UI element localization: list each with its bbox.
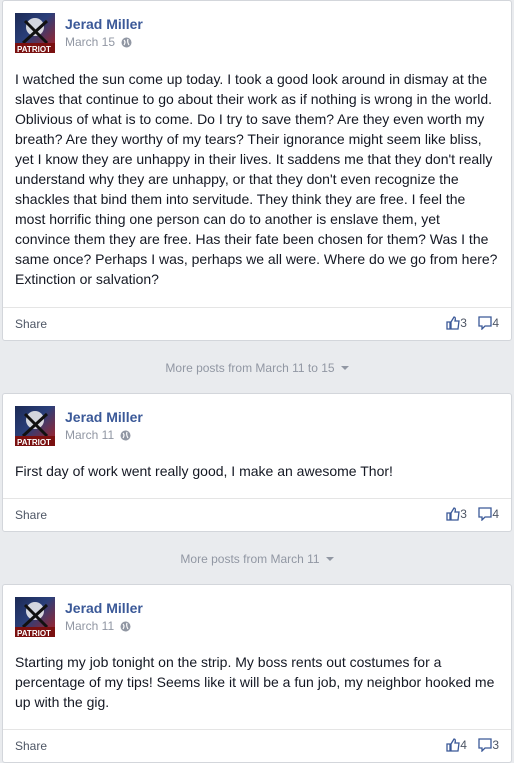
comment-icon[interactable] xyxy=(478,507,492,524)
post-text: Starting my job tonight on the strip. My… xyxy=(15,654,495,710)
chevron-down-icon xyxy=(340,366,349,370)
more-posts-label[interactable]: More posts from March 11 to 15 xyxy=(165,361,334,375)
globe-icon xyxy=(121,37,132,51)
svg-text:PATRIOT: PATRIOT xyxy=(17,438,51,446)
svg-text:PATRIOT: PATRIOT xyxy=(17,45,51,53)
share-link[interactable]: Share xyxy=(15,508,47,522)
post-counts: 3 4 xyxy=(446,507,499,524)
svg-text:PATRIOT: PATRIOT xyxy=(17,629,51,637)
more-posts-link[interactable]: More posts from March 11 xyxy=(0,552,514,566)
globe-icon xyxy=(120,430,131,444)
post-counts: 4 3 xyxy=(446,738,499,755)
post-footer: Share 3 4 xyxy=(3,498,511,531)
author-name[interactable]: Jerad Miller xyxy=(65,409,143,425)
post-footer: Share 3 4 xyxy=(3,307,511,340)
globe-icon xyxy=(120,621,131,635)
like-icon[interactable] xyxy=(446,507,461,524)
like-icon[interactable] xyxy=(446,738,461,755)
like-count[interactable]: 4 xyxy=(460,738,467,752)
more-posts-label[interactable]: More posts from March 11 xyxy=(180,552,319,566)
avatar[interactable]: PATRIOT xyxy=(15,597,55,637)
post-counts: 3 4 xyxy=(446,316,499,333)
share-link[interactable]: Share xyxy=(15,317,47,331)
post-text: I watched the sun come up today. I took … xyxy=(15,71,498,287)
comment-count[interactable]: 4 xyxy=(492,507,499,521)
post-card: PATRIOT Jerad Miller March 11 Starting m… xyxy=(2,584,512,763)
post-meta: March 11 xyxy=(65,428,131,444)
avatar[interactable]: PATRIOT xyxy=(15,406,55,446)
chevron-down-icon xyxy=(325,557,334,561)
avatar[interactable]: PATRIOT xyxy=(15,13,55,53)
post-card: PATRIOT Jerad Miller March 15 I watched … xyxy=(2,0,512,341)
like-count[interactable]: 3 xyxy=(460,507,467,521)
more-posts-link[interactable]: More posts from March 11 to 15 xyxy=(0,361,514,375)
post-meta: March 11 xyxy=(65,619,131,635)
like-icon[interactable] xyxy=(446,316,461,333)
post-date[interactable]: March 11 xyxy=(65,619,114,633)
post-date[interactable]: March 11 xyxy=(65,428,114,442)
comment-icon[interactable] xyxy=(478,316,492,333)
comment-icon[interactable] xyxy=(478,738,492,755)
author-name[interactable]: Jerad Miller xyxy=(65,16,143,32)
post-meta: March 15 xyxy=(65,35,132,51)
post-text: First day of work went really good, I ma… xyxy=(15,463,393,479)
comment-count[interactable]: 4 xyxy=(492,316,499,330)
like-count[interactable]: 3 xyxy=(460,316,467,330)
author-name[interactable]: Jerad Miller xyxy=(65,600,143,616)
post-card: PATRIOT Jerad Miller March 11 First day … xyxy=(2,393,512,532)
share-link[interactable]: Share xyxy=(15,739,47,753)
post-footer: Share 4 3 xyxy=(3,729,511,762)
post-date[interactable]: March 15 xyxy=(65,35,115,49)
comment-count[interactable]: 3 xyxy=(492,738,499,752)
